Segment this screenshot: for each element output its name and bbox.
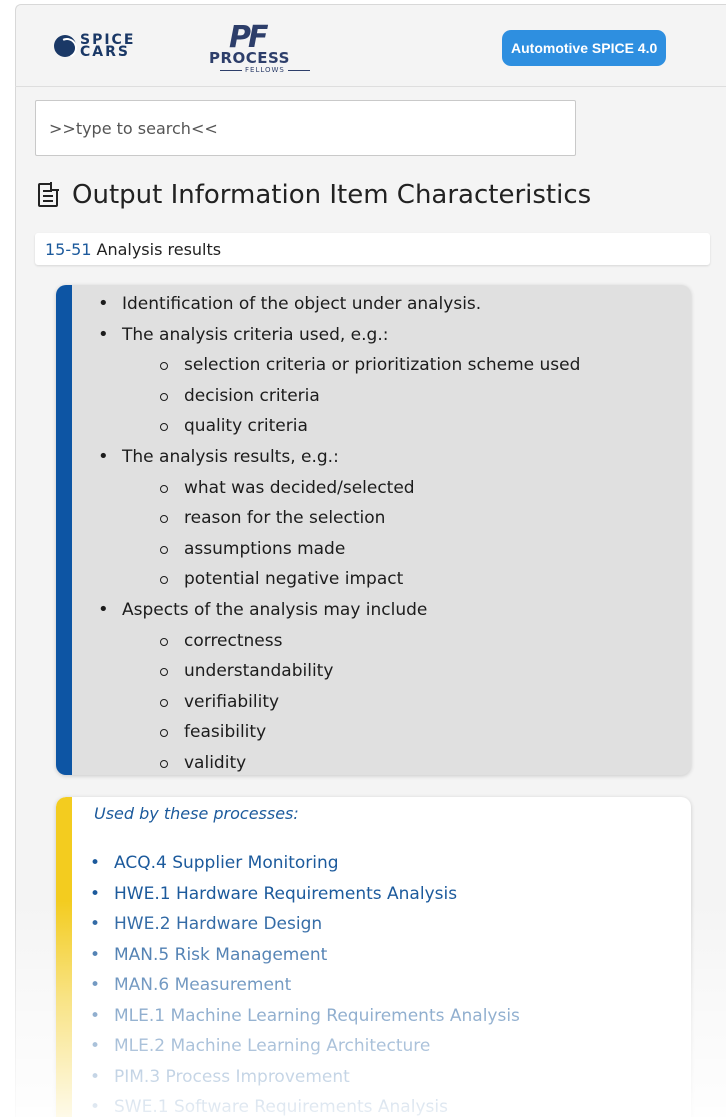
item-name: Analysis results <box>96 239 222 259</box>
characteristics-list: Identification of the object under analy… <box>98 289 580 779</box>
spice-logo-line-2: CARS <box>80 44 130 60</box>
process-fellows-logo[interactable]: PF PROCESS FELLOWS <box>207 18 332 78</box>
spice-cars-logo[interactable]: SPICE CARS <box>54 33 135 60</box>
document-icon <box>38 182 59 207</box>
characteristic-subitem: verifiability <box>98 687 580 718</box>
item-id[interactable]: 15-51 <box>45 240 92 259</box>
process-link[interactable]: HWE.1 Hardware Requirements Analysis <box>90 879 520 910</box>
characteristic-subitem: what was decided/selected <box>98 473 580 504</box>
characteristic-subitem: validity <box>98 748 580 779</box>
characteristic-subitem: decision criteria <box>98 381 580 412</box>
process-link[interactable]: MAN.5 Risk Management <box>90 940 520 971</box>
search-input[interactable]: >>type to search<< <box>35 100 576 156</box>
characteristic-subitem: potential negative impact <box>98 564 580 595</box>
process-link[interactable]: MLE.1 Machine Learning Requirements Anal… <box>90 1001 520 1032</box>
pf-logo-sub: FELLOWS <box>217 66 313 74</box>
process-link[interactable]: ACQ.4 Supplier Monitoring <box>90 848 520 879</box>
page-title: Output Information Item Characteristics <box>38 180 591 210</box>
characteristic-subitem: understandability <box>98 656 580 687</box>
used-by-caption: Used by these processes: <box>94 804 299 823</box>
spice-globe-icon <box>54 35 76 57</box>
page-title-text: Output Information Item Characteristics <box>72 180 592 210</box>
characteristic-subitem: quality criteria <box>98 411 580 442</box>
characteristic-item: The analysis results, e.g.: <box>98 442 580 473</box>
process-link[interactable]: MLE.2 Machine Learning Architecture <box>90 1031 520 1062</box>
version-badge[interactable]: Automotive SPICE 4.0 <box>502 30 667 66</box>
characteristic-item: Identification of the object under analy… <box>98 289 580 320</box>
characteristics-card: Identification of the object under analy… <box>56 285 691 775</box>
process-list: ACQ.4 Supplier MonitoringHWE.1 Hardware … <box>90 848 520 1117</box>
characteristic-subitem: assumptions made <box>98 534 580 565</box>
process-link[interactable]: PIM.3 Process Improvement <box>90 1062 520 1093</box>
used-by-card: Used by these processes: ACQ.4 Supplier … <box>56 797 691 1117</box>
item-header: 15-51 Analysis results <box>35 233 710 265</box>
characteristic-subitem: feasibility <box>98 717 580 748</box>
characteristic-item: The analysis criteria used, e.g.: <box>98 320 580 351</box>
header-divider <box>15 86 726 87</box>
characteristic-subitem: selection criteria or prioritization sch… <box>98 350 580 381</box>
process-link[interactable]: HWE.2 Hardware Design <box>90 909 520 940</box>
process-link[interactable]: SWE.1 Software Requirements Analysis <box>90 1092 520 1117</box>
characteristic-subitem: reason for the selection <box>98 503 580 534</box>
process-link[interactable]: MAN.6 Measurement <box>90 970 520 1001</box>
characteristic-subitem: correctness <box>98 626 580 657</box>
characteristic-item: Aspects of the analysis may include <box>98 595 580 626</box>
pf-logo-name: PROCESS <box>209 49 290 67</box>
